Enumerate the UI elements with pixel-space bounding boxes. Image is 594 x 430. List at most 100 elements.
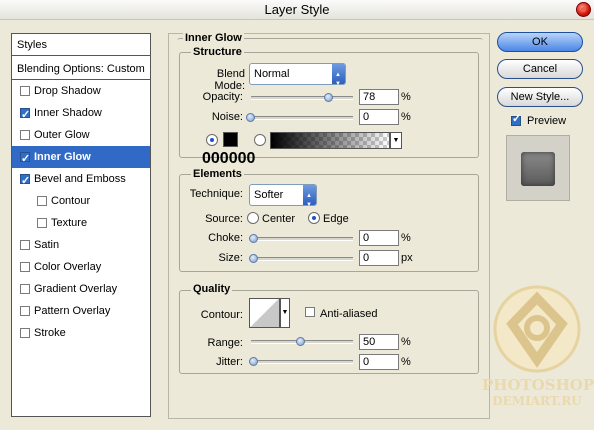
style-item-contour[interactable]: Contour <box>12 190 150 212</box>
cancel-button[interactable]: Cancel <box>497 59 583 79</box>
jitter-slider[interactable] <box>249 357 353 366</box>
style-item-checkbox[interactable] <box>20 306 30 316</box>
blend-mode-dropdown[interactable]: Normal <box>249 63 346 94</box>
style-item-label: Color Overlay <box>34 261 102 273</box>
anti-aliased-checkbox[interactable] <box>305 307 315 317</box>
size-label: Size: <box>218 252 243 264</box>
ok-button[interactable]: OK <box>497 32 583 52</box>
style-item-checkbox[interactable] <box>20 328 30 338</box>
elements-title: Elements <box>191 168 244 180</box>
technique-dropdown[interactable]: Softer <box>249 184 317 215</box>
range-label: Range: <box>207 337 243 349</box>
style-item-pattern-overlay[interactable]: Pattern Overlay <box>12 300 150 322</box>
source-edge-radio[interactable] <box>308 212 320 224</box>
style-item-bevel-and-emboss[interactable]: Bevel and Emboss <box>12 168 150 192</box>
opacity-label: Opacity: <box>202 91 243 103</box>
opacity-slider-knob[interactable] <box>324 93 333 102</box>
source-edge-label[interactable]: Edge <box>323 213 349 225</box>
style-item-label: Drop Shadow <box>34 85 101 97</box>
source-center-label[interactable]: Center <box>262 213 295 225</box>
color-radio[interactable] <box>206 134 218 146</box>
style-item-checkbox[interactable] <box>20 170 30 192</box>
choke-slider[interactable] <box>249 234 353 243</box>
blending-options[interactable]: Blending Options: Custom <box>12 58 150 80</box>
source-label: Source: <box>205 213 243 225</box>
style-item-checkbox[interactable] <box>37 196 47 206</box>
gradient-picker[interactable] <box>270 132 390 149</box>
style-item-drop-shadow[interactable]: Drop Shadow <box>12 80 150 102</box>
noise-label: Noise: <box>211 111 243 123</box>
choke-slider-knob[interactable] <box>249 234 258 243</box>
technique-label: Technique: <box>189 188 243 200</box>
style-item-label: Satin <box>34 239 60 251</box>
style-item-label: Pattern Overlay <box>34 305 111 317</box>
style-item-texture[interactable]: Texture <box>12 212 150 234</box>
preview-swatch <box>521 152 555 186</box>
noise-slider-knob[interactable] <box>246 113 255 122</box>
size-input[interactable]: 0 <box>359 250 399 266</box>
preview-label[interactable]: Preview <box>527 115 566 127</box>
dropdown-arrow-icon <box>303 185 316 215</box>
style-item-checkbox[interactable] <box>20 284 30 294</box>
style-item-stroke[interactable]: Stroke <box>12 322 150 344</box>
jitter-input[interactable]: 0 <box>359 354 399 370</box>
style-item-checkbox[interactable] <box>20 104 30 126</box>
blend-mode-label: Blend Mode: <box>214 68 245 92</box>
size-slider-knob[interactable] <box>249 254 258 263</box>
size-unit: px <box>401 252 413 264</box>
panel-title: Inner Glow <box>183 32 244 44</box>
contour-picker[interactable] <box>249 298 280 328</box>
watermark-logo-icon <box>493 285 581 373</box>
gradient-dropdown-icon[interactable]: ▼ <box>390 132 402 149</box>
choke-input[interactable]: 0 <box>359 230 399 246</box>
style-item-checkbox[interactable] <box>20 130 30 140</box>
jitter-label: Jitter: <box>216 356 243 368</box>
style-item-gradient-overlay[interactable]: Gradient Overlay <box>12 278 150 300</box>
style-item-label: Gradient Overlay <box>34 283 118 295</box>
style-item-label: Inner Shadow <box>34 107 102 119</box>
new-style-button[interactable]: New Style... <box>497 87 583 107</box>
gradient-radio[interactable] <box>254 134 266 146</box>
anti-aliased-label[interactable]: Anti-aliased <box>320 308 377 320</box>
preview-thumbnail <box>506 135 570 201</box>
window-title: Layer Style <box>264 2 330 17</box>
style-item-outer-glow[interactable]: Outer Glow <box>12 124 150 146</box>
color-swatch[interactable] <box>223 132 238 147</box>
style-item-checkbox[interactable] <box>20 262 30 272</box>
noise-slider[interactable] <box>246 113 353 122</box>
close-icon[interactable] <box>576 2 591 17</box>
quality-title: Quality <box>191 283 233 295</box>
dropdown-arrow-icon <box>332 64 345 94</box>
watermark-line1: PHOTOSHOP <box>482 376 594 394</box>
styles-header[interactable]: Styles <box>12 34 150 56</box>
style-item-inner-glow[interactable]: Inner Glow <box>12 146 150 170</box>
structure-title: Structure <box>191 46 244 58</box>
style-item-label: Texture <box>51 217 88 229</box>
style-item-label: Contour <box>51 195 91 207</box>
range-unit: % <box>401 336 411 348</box>
choke-unit: % <box>401 232 411 244</box>
opacity-input[interactable]: 78 <box>359 89 399 105</box>
contour-label: Contour: <box>200 309 243 321</box>
range-slider-knob[interactable] <box>296 337 305 346</box>
jitter-slider-knob[interactable] <box>249 357 258 366</box>
style-item-color-overlay[interactable]: Color Overlay <box>12 256 150 278</box>
size-slider[interactable] <box>249 254 353 263</box>
style-item-inner-shadow[interactable]: Inner Shadow <box>12 102 150 126</box>
source-center-radio[interactable] <box>247 212 259 224</box>
style-item-checkbox[interactable] <box>37 218 47 228</box>
style-item-checkbox[interactable] <box>20 148 30 170</box>
style-item-checkbox[interactable] <box>20 86 30 96</box>
style-item-label: Outer Glow <box>34 129 90 141</box>
style-item-satin[interactable]: Satin <box>12 234 150 256</box>
noise-input[interactable]: 0 <box>359 109 399 125</box>
style-item-checkbox[interactable] <box>20 240 30 250</box>
range-input[interactable]: 50 <box>359 334 399 350</box>
range-slider[interactable] <box>251 337 353 346</box>
watermark: PHOTOSHOP DEMIART.RU <box>482 280 594 430</box>
choke-label: Choke: <box>208 232 243 244</box>
contour-dropdown-icon[interactable]: ▼ <box>280 298 290 328</box>
preview-checkbox[interactable] <box>511 112 521 126</box>
watermark-line2: DEMIART.RU <box>492 394 582 408</box>
opacity-slider[interactable] <box>251 93 353 102</box>
